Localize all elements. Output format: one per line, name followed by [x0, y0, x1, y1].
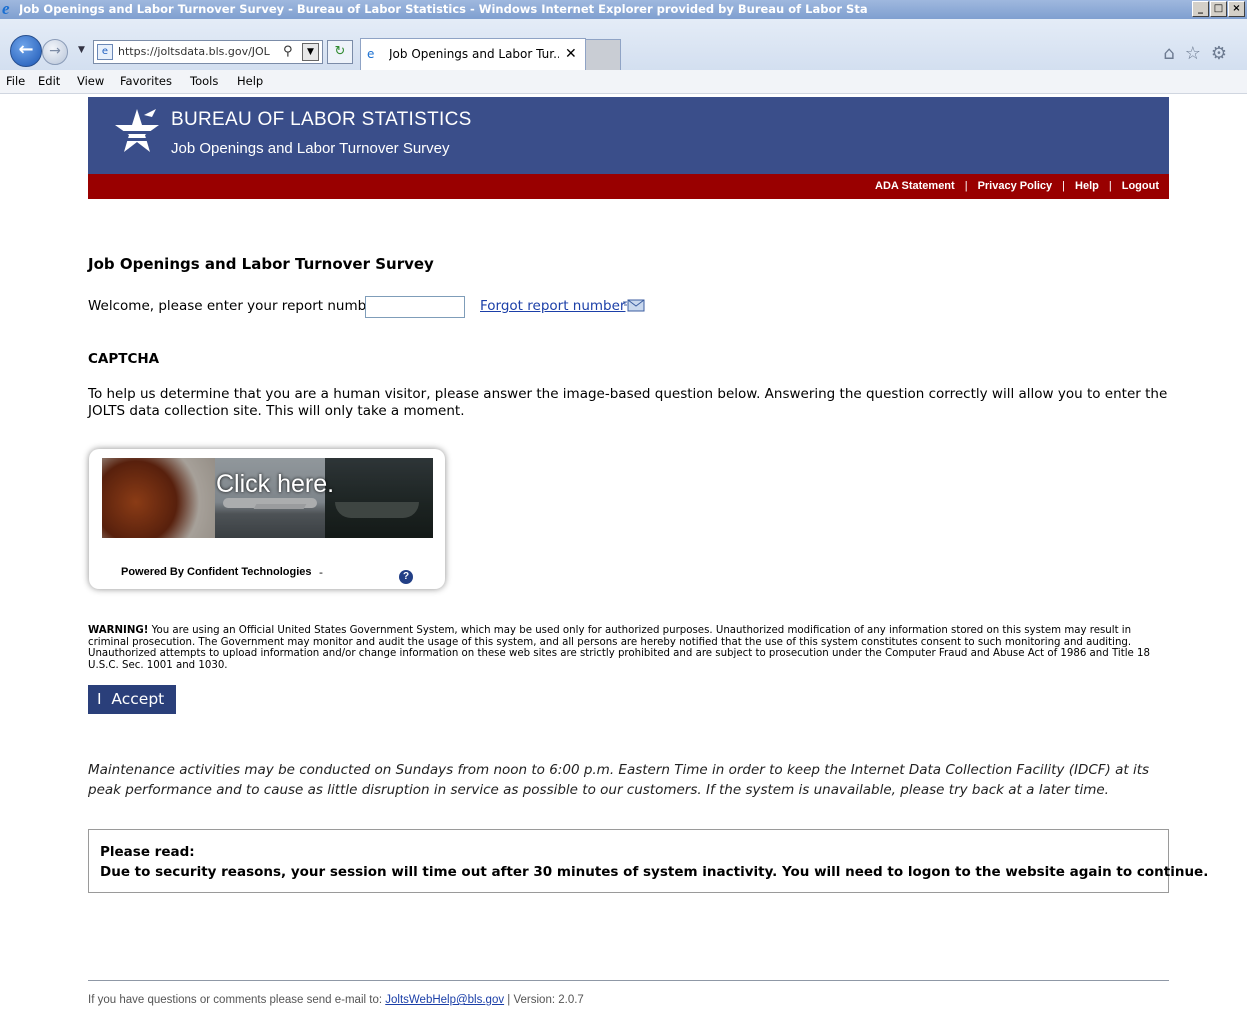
menu-tools[interactable]: Tools: [190, 70, 218, 93]
bls-star-logo-icon: [115, 109, 159, 152]
ie-logo-icon: e: [2, 0, 10, 18]
ada-statement-link[interactable]: ADA Statement: [875, 180, 955, 192]
captcha-widget: Click here. Powered By Confident Technol…: [89, 449, 445, 589]
tab-close-icon[interactable]: ✕: [565, 39, 577, 70]
warning-label: WARNING!: [88, 625, 149, 636]
link-separator: |: [1062, 180, 1066, 192]
browser-navbar: ← → ▼ e https://joltsdata.bls.gov/JOL ⚲ …: [0, 19, 1247, 71]
window-title-bar[interactable]: e Job Openings and Labor Turnover Survey…: [0, 0, 1247, 19]
warning-text: You are using an Official United States …: [88, 625, 1150, 671]
survey-name: Job Openings and Labor Turnover Survey: [171, 140, 450, 157]
back-button[interactable]: ←: [10, 35, 42, 67]
address-bar[interactable]: e https://joltsdata.bls.gov/JOL ⚲ ▼: [93, 40, 323, 64]
footer-email-link[interactable]: JoltsWebHelp@bls.gov: [385, 994, 504, 1006]
menu-view[interactable]: View: [77, 70, 104, 93]
captcha-click-here[interactable]: Click here.: [216, 470, 334, 499]
gear-icon[interactable]: ⚙: [1211, 43, 1227, 64]
maximize-button[interactable]: □: [1210, 1, 1227, 17]
address-url[interactable]: https://joltsdata.bls.gov/JOL: [118, 41, 280, 63]
menu-file[interactable]: File: [6, 70, 25, 93]
minimize-button[interactable]: _: [1192, 1, 1209, 17]
logout-link[interactable]: Logout: [1122, 180, 1159, 192]
search-icon[interactable]: ⚲: [283, 41, 293, 63]
tab-page-icon: e: [367, 47, 375, 61]
maintenance-notice: Maintenance activities may be conducted …: [88, 762, 1150, 798]
session-timeout-notice: Please read: Due to security reasons, yo…: [88, 829, 1208, 893]
notice-title: Please read:: [100, 844, 195, 860]
page-icon: e: [97, 44, 113, 60]
site-banner: BUREAU OF LABOR STATISTICS Job Openings …: [88, 97, 1169, 174]
window-controls: _ □ ×: [1192, 1, 1245, 17]
address-dropdown-icon[interactable]: ▼: [302, 43, 319, 61]
forward-button[interactable]: →: [42, 39, 68, 65]
tab-label: Job Openings and Labor Tur...: [389, 47, 559, 61]
browser-tab[interactable]: e Job Openings and Labor Tur... ✕: [360, 38, 586, 70]
close-window-button[interactable]: ×: [1228, 1, 1245, 17]
mail-icon[interactable]: [623, 298, 645, 312]
captcha-dash: -: [319, 566, 323, 579]
captcha-powered-by: Powered By Confident Technologies: [121, 566, 312, 578]
agency-name: BUREAU OF LABOR STATISTICS: [171, 109, 472, 130]
favorites-star-icon[interactable]: ☆: [1185, 43, 1201, 64]
link-separator: |: [1108, 180, 1112, 192]
menu-edit[interactable]: Edit: [38, 70, 60, 93]
report-number-label: Welcome, please enter your report number…: [88, 298, 385, 314]
captcha-help-icon[interactable]: ?: [399, 570, 413, 584]
footer: If you have questions or comments please…: [88, 994, 584, 1006]
menu-bar: File Edit View Favorites Tools Help: [0, 70, 1247, 94]
menu-favorites[interactable]: Favorites: [120, 70, 172, 93]
refresh-button[interactable]: ↻: [327, 40, 353, 64]
notice-text: Due to security reasons, your session wi…: [100, 864, 1209, 880]
browser-toolbar-icons: ⌂ ☆ ⚙: [1163, 43, 1227, 64]
captcha-overlay[interactable]: Click here.: [102, 458, 433, 538]
header-links-bar: ADA Statement | Privacy Policy | Help | Logout: [88, 174, 1169, 199]
privacy-policy-link[interactable]: Privacy Policy: [978, 180, 1053, 192]
forgot-report-number-link[interactable]: Forgot report number: [480, 298, 625, 314]
page-title: Job Openings and Labor Turnover Survey: [88, 255, 434, 273]
new-tab-button[interactable]: [585, 39, 621, 71]
footer-version: | Version: 2.0.7: [504, 994, 584, 1006]
captcha-instructions: To help us determine that you are a huma…: [88, 386, 1168, 419]
captcha-heading: CAPTCHA: [88, 351, 160, 367]
warning-notice: WARNING! You are using an Official Unite…: [88, 625, 1170, 671]
window-title: Job Openings and Labor Turnover Survey -…: [19, 2, 868, 16]
report-number-input[interactable]: [365, 296, 465, 318]
help-link[interactable]: Help: [1075, 180, 1099, 192]
accept-button-label: I Accept: [97, 690, 165, 708]
history-dropdown-icon[interactable]: ▼: [78, 45, 85, 55]
menu-help[interactable]: Help: [237, 70, 263, 93]
footer-prefix: If you have questions or comments please…: [88, 994, 386, 1006]
home-icon[interactable]: ⌂: [1163, 43, 1174, 64]
footer-divider: [88, 980, 1169, 981]
page-viewport: BUREAU OF LABOR STATISTICS Job Openings …: [0, 94, 1247, 1023]
link-separator: |: [964, 180, 968, 192]
accept-button[interactable]: I Accept: [88, 685, 176, 714]
